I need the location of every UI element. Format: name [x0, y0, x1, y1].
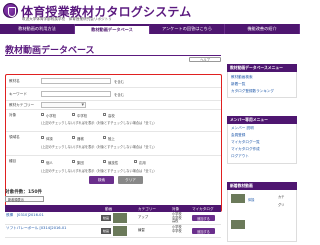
category-select[interactable]	[41, 102, 86, 108]
type-note: (上記のチェックしない)すればを表示（対象とすチェックしない場合は「全て」）	[41, 169, 157, 173]
form-row-category: 教材カテゴリー	[6, 101, 221, 110]
th-target: 対象	[172, 206, 180, 211]
new-video-group: グリ	[278, 203, 285, 207]
keyword-label: キーワード	[9, 92, 27, 96]
domain-option-track: 陸上	[108, 136, 115, 141]
clear-button[interactable]: クリア	[118, 176, 143, 184]
sort-select[interactable]: 新着順表示	[5, 196, 44, 202]
domain-note: (上記のチェックしない)すればを表示（対象とすチェックしない場合は「全て」）	[41, 145, 157, 149]
row-target: 小学校 中学校 高校	[172, 212, 182, 224]
row-category: 練習	[138, 228, 145, 232]
video-thumbnail[interactable]	[113, 226, 127, 236]
category-label: 教材カテゴリー	[9, 103, 35, 107]
target-checkbox-elementary[interactable]	[41, 113, 44, 116]
add-to-catalog-button[interactable]: 追加する	[192, 228, 215, 234]
title-label: 教材名	[9, 79, 20, 83]
sidebar-block-new-videos: 体操 カテ グリ	[227, 190, 297, 242]
domain-label: 領域名	[9, 135, 20, 139]
row-title-link[interactable]: 鉄棒 [0310]2016-01	[6, 213, 44, 218]
type-option-individual: 個人	[46, 160, 53, 165]
target-option-high: 高校	[108, 113, 115, 118]
main-content: 教材動画データベース ヘルプ 教材名 を含む キーワード を含む 教材カテゴリー…	[0, 34, 226, 245]
domain-option-apparatus: 器械	[77, 136, 84, 141]
sidebar-link-my-catalog-create[interactable]: マイカタログ作成	[231, 147, 260, 152]
sidebar-link-logout[interactable]: ログアウト	[231, 154, 249, 159]
type-label: 種目	[9, 159, 17, 163]
global-nav: 教材動画の利用方法 教材動画データベース アンケートの回答はこちら 機能改善の紹…	[0, 24, 300, 34]
type-checkbox-competitive[interactable]	[103, 160, 106, 163]
video-thumbnail[interactable]	[113, 213, 127, 223]
table-row: 鉄棒 [0310]2016-01 動画 アップ 小学校 中学校 高校 追加する	[5, 212, 221, 225]
nav-item-database[interactable]: 教材動画データベース	[75, 24, 150, 34]
th-my-catalog: マイカタログ	[192, 206, 214, 211]
sidebar-heading-new-videos: 新着教材動画	[227, 182, 297, 190]
results-table-header: 動画 カテゴリー 対象 マイカタログ	[5, 205, 221, 212]
title-hint: を含む	[114, 80, 125, 84]
title-divider	[5, 55, 221, 56]
new-video-thumbnail[interactable]	[231, 194, 245, 203]
target-note: (上記のチェックしない)すればを表示（対象とすチェックしない場合は「全て」）	[41, 121, 157, 125]
video-type-icon: 動画	[101, 228, 111, 234]
type-option-group: 集団	[77, 160, 84, 165]
sidebar-link-ranking[interactable]: カタログ登録数ランキング	[231, 89, 274, 94]
add-to-catalog-button[interactable]: 追加する	[192, 215, 215, 221]
video-type-icon: 動画	[101, 215, 111, 221]
sidebar-heading-member: メンバー専用メニュー	[227, 116, 297, 124]
new-video-category: カテ	[278, 195, 285, 199]
sidebar: 教材動画データベースメニュー 教材動画検索 新着一覧 カタログ登録数ランキング …	[227, 34, 300, 245]
site-header: 体育授業教材カタログシステム 筑波大学体育学部附属学校 体育授業研究会リポジトリ	[0, 0, 300, 24]
sidebar-link-member-info[interactable]: メンバー 説明	[231, 126, 254, 131]
keyword-hint: を含む	[114, 93, 125, 97]
th-category: カテゴリー	[138, 206, 156, 211]
keyword-input[interactable]	[41, 91, 111, 97]
target-checkbox-high[interactable]	[103, 113, 106, 116]
domain-option-gymnastics: 体操	[46, 136, 53, 141]
search-button[interactable]: 検索	[89, 176, 114, 184]
nav-item-usage[interactable]: 教材動画の利用方法	[0, 24, 75, 34]
row-target: 小学校 中学校	[172, 225, 182, 233]
domain-checkbox-gymnastics[interactable]	[41, 136, 44, 139]
sidebar-link-new[interactable]: 新着一覧	[231, 82, 245, 87]
title-input[interactable]	[41, 78, 111, 84]
site-logo-icon[interactable]	[3, 3, 18, 18]
type-checkbox-applied[interactable]	[134, 160, 137, 163]
new-video-label[interactable]: 体操	[248, 197, 254, 202]
result-count: 対象件数：150件	[5, 190, 43, 195]
form-row-target: 対象 小学校 中学校 高校 (上記のチェックしない)すればを表示（対象とすチェッ…	[6, 110, 221, 132]
sidebar-link-search[interactable]: 教材動画検索	[231, 75, 253, 80]
table-row: ソフトバレーボール [0314]2016-01 動画 練習 小学校 中学校 追加…	[5, 225, 221, 238]
row-title-link[interactable]: ソフトバレーボール [0314]2016-01	[6, 226, 66, 231]
row-category: アップ	[138, 215, 149, 219]
sidebar-link-register[interactable]: 会員登録	[231, 133, 245, 138]
form-row-keyword: キーワード を含む	[6, 88, 221, 101]
new-video-thumbnail[interactable]	[231, 220, 245, 229]
th-video: 動画	[105, 206, 113, 211]
sidebar-link-my-catalog-list[interactable]: マイカタログ一覧	[231, 140, 260, 145]
sidebar-block-database: 教材動画検索 新着一覧 カタログ登録数ランキング	[227, 72, 297, 98]
sidebar-heading-database: 教材動画データベースメニュー	[227, 64, 297, 72]
type-checkbox-individual[interactable]	[41, 160, 44, 163]
type-checkbox-group[interactable]	[72, 160, 75, 163]
target-option-elementary: 小学校	[46, 113, 57, 118]
type-option-competitive: 競技性	[108, 160, 119, 165]
target-checkbox-junior[interactable]	[72, 113, 75, 116]
form-row-domain: 領域名 体操 器械 陸上 (上記のチェックしない)すればを表示（対象とすチェック…	[6, 132, 221, 156]
target-option-junior: 中学校	[77, 113, 88, 118]
site-subtitle: 筑波大学体育学部附属学校 体育授業研究会リポジトリ	[22, 17, 112, 21]
target-label: 対象	[9, 113, 17, 117]
sidebar-block-member: メンバー 説明 会員登録 マイカタログ一覧 マイカタログ作成 ログアウト	[227, 124, 297, 164]
nav-item-improvements[interactable]: 機能改善の紹介	[225, 24, 300, 34]
form-row-title: 教材名 を含む	[6, 75, 221, 88]
type-option-applied: 応用	[139, 160, 146, 165]
domain-checkbox-apparatus[interactable]	[72, 136, 75, 139]
domain-checkbox-track[interactable]	[103, 136, 106, 139]
help-button[interactable]: ヘルプ	[189, 57, 221, 62]
nav-item-survey[interactable]: アンケートの回答はこちら	[150, 24, 225, 34]
